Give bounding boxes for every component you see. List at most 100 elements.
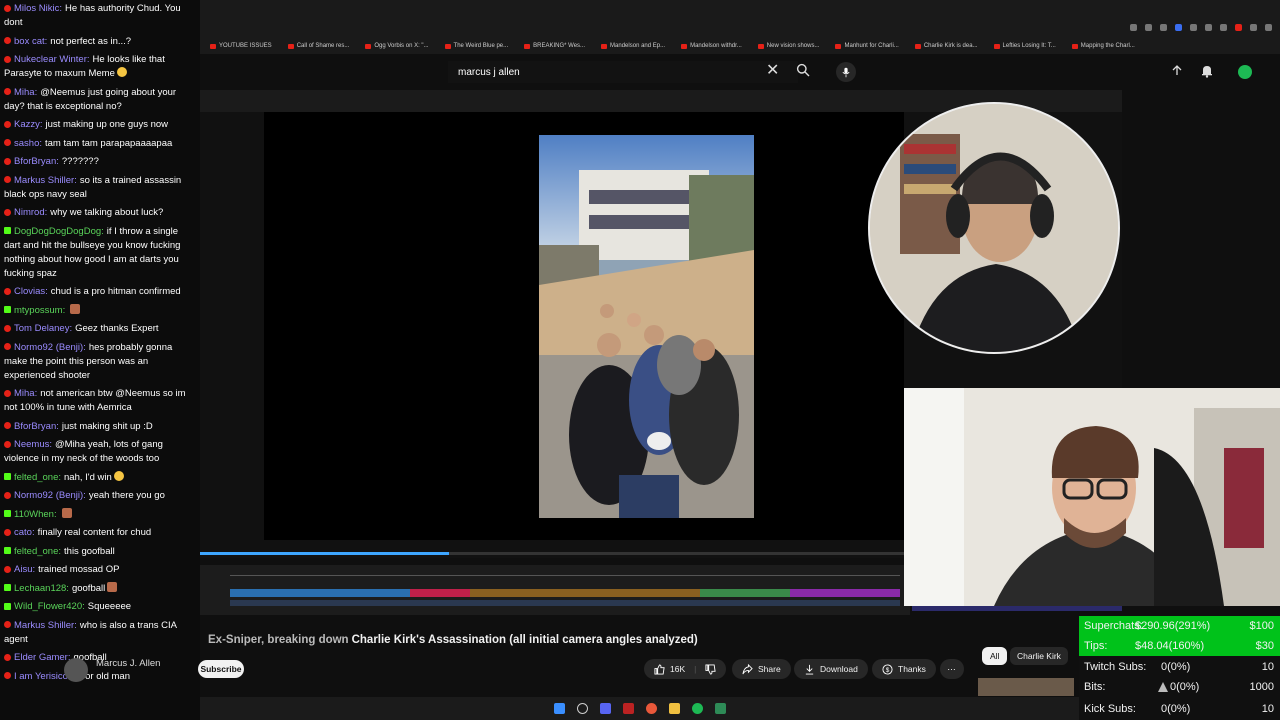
chip-charlie-kirk[interactable]: Charlie Kirk (1010, 647, 1068, 665)
bookmark-item[interactable]: The Weird Blue pe... (444, 43, 508, 49)
account-avatar[interactable] (1238, 65, 1252, 79)
chat-emote-icon (61, 507, 72, 518)
chat-username[interactable]: felted_one: (14, 472, 61, 483)
chat-username[interactable]: Miha: (14, 87, 37, 98)
file-explorer-icon[interactable] (668, 703, 680, 714)
timeline-track[interactable] (230, 589, 410, 597)
share-button[interactable]: Share (732, 659, 791, 679)
chrome-icon[interactable] (645, 703, 657, 714)
bookmark-item[interactable]: Charlie Kirk is dea... (914, 43, 978, 49)
subscribe-button[interactable]: Subscribe (198, 660, 244, 678)
chat-username[interactable]: Wild_Flower420: (14, 601, 85, 612)
chat-username[interactable]: Nukeclear Winter: (14, 54, 90, 65)
download-icon[interactable] (1250, 24, 1257, 31)
chat-username[interactable]: Markus Shiller: (14, 620, 77, 631)
chat-username[interactable]: 110When: (14, 509, 57, 520)
search-icon[interactable] (796, 63, 810, 77)
bookmark-icon[interactable] (1160, 24, 1167, 31)
kick-badge-icon (4, 306, 11, 313)
bookmark-item[interactable]: New vision shows... (757, 43, 819, 49)
bookmark-item[interactable]: Ogg Vorbis on X: "... (365, 43, 429, 49)
more-actions-button[interactable]: ⋯ (940, 659, 964, 679)
spotify-icon[interactable] (691, 703, 703, 714)
chat-username[interactable]: Milos Nikic: (14, 3, 62, 14)
zoom-icon[interactable] (1130, 24, 1137, 31)
chat-message: felted_one: nah, I'd win (4, 470, 196, 485)
editor-timeline[interactable] (200, 565, 910, 615)
youtube-badge-icon (4, 37, 11, 44)
chat-username[interactable]: Tom Delaney: (14, 323, 72, 334)
thanks-button[interactable]: $ Thanks (872, 659, 936, 679)
chat-username[interactable]: cato: (14, 527, 35, 538)
chat-username[interactable]: Normo92 (Benji): (14, 490, 86, 501)
chat-username[interactable]: Kazzy: (14, 119, 43, 130)
bookmark-item[interactable]: Mandelson and Ep... (601, 43, 665, 49)
taskbar-search-icon[interactable] (576, 703, 588, 714)
play-icon[interactable] (1205, 24, 1212, 31)
upload-icon[interactable] (1170, 64, 1184, 78)
bookmark-item[interactable]: Lefties Losing It: T... (993, 43, 1056, 49)
timeline-track[interactable] (700, 589, 790, 597)
chat-username[interactable]: Nimrod: (14, 207, 47, 218)
chat-message: Milos Nikic: He has authority Chud. You d… (4, 2, 196, 30)
refresh-icon[interactable] (1220, 24, 1227, 31)
recommended-video-thumbnail[interactable] (978, 678, 1074, 696)
app-icon[interactable] (714, 703, 726, 714)
chat-username[interactable]: Aisu: (14, 564, 35, 575)
chat-emote-icon (107, 581, 118, 592)
chat-username[interactable]: Neemus: (14, 439, 52, 450)
chat-username[interactable]: mtypossum: (14, 305, 65, 316)
chat-text: Geez thanks Expert (75, 323, 159, 334)
kick-badge-icon (4, 473, 11, 480)
chat-username[interactable]: Normo92 (Benji): (14, 342, 86, 353)
timeline-audio-track[interactable] (230, 600, 900, 606)
chip-all[interactable]: All (982, 647, 1008, 665)
red-extension-icon[interactable] (1235, 24, 1242, 31)
chat-username[interactable]: DogDogDogDogDog: (14, 226, 104, 237)
heart-icon[interactable] (1190, 24, 1197, 31)
chat-text: not perfect as in...? (50, 35, 132, 47)
pin-icon[interactable] (1145, 24, 1152, 31)
chat-message: Lechaan128: goofball (4, 581, 196, 596)
youtube-badge-icon (4, 653, 11, 661)
chat-username[interactable]: Markus Shiller: (14, 175, 77, 186)
notifications-bell-icon[interactable] (1200, 64, 1214, 78)
chat-username[interactable]: box cat: (14, 36, 47, 47)
bookmark-item[interactable]: Mandelson withdr... (681, 43, 742, 49)
timeline-track[interactable] (470, 589, 700, 597)
bookmark-item[interactable]: Manhunt for Charli... (835, 43, 899, 49)
clear-search-icon[interactable]: ✕ (766, 62, 779, 80)
channel-name[interactable]: Marcus J. Allen (96, 658, 160, 669)
bookmark-item[interactable]: Mapping the Charl... (1071, 43, 1135, 49)
chat-username[interactable]: BforBryan: (14, 421, 59, 432)
bits-value: 0(0%) (1170, 681, 1200, 693)
bookmark-item[interactable]: Call of Shame res... (287, 43, 349, 49)
webcam-circle (868, 102, 1120, 354)
chat-username[interactable]: sasho: (14, 138, 42, 149)
channel-avatar[interactable] (64, 658, 88, 682)
timeline-track[interactable] (790, 589, 900, 597)
download-button[interactable]: Download (794, 659, 868, 679)
voice-search-button[interactable] (836, 62, 856, 82)
chat-username[interactable]: Lechaan128: (14, 583, 69, 594)
extension-shield-icon[interactable] (1175, 24, 1182, 31)
bookmark-item[interactable]: BREAKING* Wes... (524, 43, 585, 49)
chat-message: mtypossum: (4, 303, 196, 318)
windows-start-icon[interactable] (553, 703, 565, 714)
chat-username[interactable]: Elder Gamer: (14, 652, 71, 663)
youtube-badge-icon (4, 672, 11, 679)
chat-username[interactable]: Miha: (14, 388, 37, 399)
timeline-track[interactable] (410, 589, 470, 597)
chat-username[interactable]: felted_one: (14, 546, 61, 557)
search-input[interactable]: marcus j allen (448, 61, 798, 83)
thumbs-down-icon[interactable] (705, 663, 716, 675)
chat-username[interactable]: BforBryan: (14, 156, 59, 167)
chat-username[interactable]: Clovias: (14, 286, 48, 297)
recording-app-icon[interactable] (622, 703, 634, 714)
like-button[interactable]: 16K | (644, 659, 727, 679)
tips-value: $48.04(160%) (1135, 640, 1205, 652)
bookmark-item[interactable]: YOUTUBE ISSUES (210, 43, 272, 49)
puzzle-icon[interactable] (1265, 24, 1272, 31)
chat-username[interactable]: I am Yerisico: (14, 671, 71, 682)
discord-icon[interactable] (599, 703, 611, 714)
